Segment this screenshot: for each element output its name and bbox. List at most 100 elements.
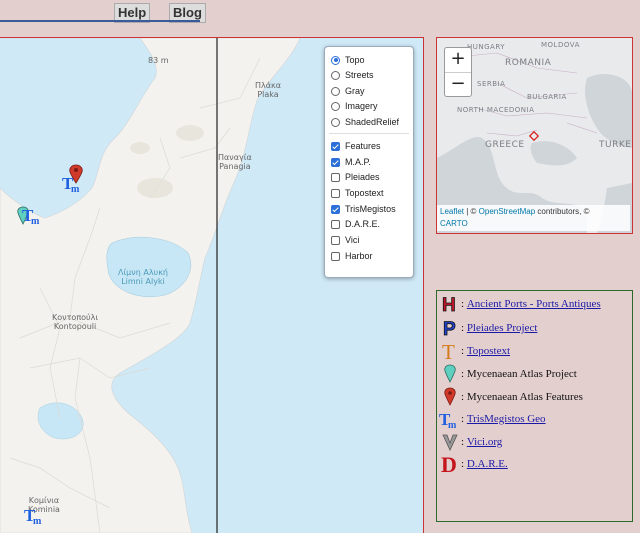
svg-text:P: P [443, 319, 456, 338]
legend-link-pleiades[interactable]: Pleiades Project [467, 322, 538, 334]
layer-label: Harbor [345, 251, 373, 261]
layer-check-vici[interactable]: Vici [331, 233, 359, 247]
place-label-limni-alyki: Λίμνη Αλυκή Limni Alyki [118, 268, 168, 286]
legend-item: T : Topostext [439, 340, 510, 362]
country-label: NORTH MACEDONIA [457, 106, 535, 114]
zoom-out-button[interactable]: − [445, 72, 471, 97]
attribution-sep: | © [464, 207, 479, 216]
legend-item: P : Pleiades Project [439, 317, 538, 339]
legend-panel: H : Ancient Ports - Ports Antiques P : P… [436, 290, 633, 522]
zoom-in-button[interactable]: + [445, 48, 471, 72]
country-label: HUNGARY [467, 43, 506, 51]
carto-link[interactable]: CARTO [440, 219, 468, 228]
country-label: BULGARIA [527, 93, 567, 101]
checkbox-icon[interactable] [331, 204, 340, 214]
layer-label: Topostext [345, 188, 384, 198]
pleiades-icon: P [439, 317, 461, 339]
legend-link-ancient-ports[interactable]: Ancient Ports - Ports Antiques [467, 298, 601, 310]
checkbox-icon[interactable] [331, 172, 340, 182]
layer-radio-shadedrelief[interactable]: ShadedRelief [331, 115, 399, 129]
layer-check-trismegistos[interactable]: TrisMegistos [331, 202, 396, 216]
map-pin-teal-icon [439, 363, 461, 385]
legend-text-mycenaean-atlas-project: Mycenaean Atlas Project [466, 368, 577, 380]
layer-check-harbor[interactable]: Harbor [331, 249, 373, 263]
layer-label: Topo [345, 55, 365, 65]
layer-label: M.A.P. [345, 157, 371, 167]
checkbox-icon[interactable] [331, 157, 340, 167]
place-label-kontopouli: Κοντοπούλι Kontopouli [52, 313, 99, 331]
country-label: SERBIA [477, 80, 506, 88]
svg-text:D: D [441, 453, 457, 475]
checkbox-icon[interactable] [331, 251, 340, 261]
legend-item: : Vici.org [439, 431, 502, 453]
top-nav: Help Blog [0, 0, 640, 30]
map-pin-red-icon [439, 386, 461, 408]
svg-text:H: H [442, 295, 456, 314]
checkbox-icon[interactable] [331, 141, 340, 151]
layer-label: Streets [345, 70, 374, 80]
layer-radio-gray[interactable]: Gray [331, 84, 365, 98]
legend-item: H : Ancient Ports - Ports Antiques [439, 293, 601, 315]
layer-radio-imagery[interactable]: Imagery [331, 99, 378, 113]
layer-check-features[interactable]: Features [331, 139, 381, 153]
layer-radio-streets[interactable]: Streets [331, 68, 374, 82]
dare-icon: D [439, 453, 461, 475]
country-label: TURKE [599, 140, 632, 150]
scale-label: 83 m [148, 56, 169, 65]
country-label: ROMANIA [505, 58, 552, 68]
legend-item: D : D.A.R.E. [439, 453, 508, 475]
place-label-panagia: Παναγία Panagia [218, 153, 252, 171]
checkbox-icon[interactable] [331, 235, 340, 245]
trismegistos-icon[interactable]: T m [22, 205, 44, 225]
svg-text:m: m [31, 216, 40, 225]
legend-link-dare[interactable]: D.A.R.E. [467, 458, 508, 470]
checkbox-icon[interactable] [331, 219, 340, 229]
radio-icon[interactable] [331, 70, 340, 80]
svg-text:m: m [71, 184, 80, 193]
svg-text:m: m [33, 516, 42, 525]
layer-check-pleiades[interactable]: Pleiades [331, 170, 380, 184]
country-label: MOLDOVA [541, 41, 580, 49]
place-label-plaka: Πλάκα Plaka [255, 81, 282, 99]
layer-check-topostext[interactable]: Topostext [331, 186, 384, 200]
checkbox-icon[interactable] [331, 188, 340, 198]
layer-label: Vici [345, 235, 360, 245]
layer-label: Features [345, 141, 381, 151]
legend-link-vici[interactable]: Vici.org [467, 436, 503, 448]
legend-link-topostext[interactable]: Topostext [467, 345, 510, 357]
harbor-icon: H [439, 293, 461, 315]
legend-link-trismegistos[interactable]: TrisMegistos Geo [467, 413, 546, 425]
layer-check-dare[interactable]: D.A.R.E. [331, 217, 380, 231]
legend-text-mycenaean-atlas-features: Mycenaean Atlas Features [466, 391, 583, 403]
leaflet-link[interactable]: Leaflet [440, 207, 464, 216]
layer-label: Gray [345, 86, 365, 96]
radio-icon[interactable] [331, 55, 340, 65]
svg-text:m: m [448, 420, 457, 429]
layer-label: TrisMegistos [345, 204, 396, 214]
svg-text:T: T [442, 341, 455, 361]
trismegistos-icon[interactable]: T m [62, 173, 84, 193]
country-label: GREECE [485, 140, 525, 150]
radio-icon[interactable] [331, 86, 340, 96]
layer-label: ShadedRelief [345, 117, 400, 127]
osm-link[interactable]: OpenStreetMap [479, 207, 535, 216]
radio-icon[interactable] [331, 101, 340, 111]
layer-check-map[interactable]: M.A.P. [331, 155, 371, 169]
layer-label: D.A.R.E. [345, 219, 381, 229]
layer-divider [329, 133, 409, 134]
legend-item: : Mycenaean Atlas Features [439, 386, 583, 408]
trismegistos-icon[interactable]: T m [24, 505, 46, 525]
topostext-icon: T [439, 340, 461, 362]
radio-icon[interactable] [331, 117, 340, 127]
legend-item: Tm : TrisMegistos Geo [439, 408, 546, 430]
attribution-text: contributors, © [535, 207, 590, 216]
nav-underline [0, 20, 200, 22]
map-attribution: Leaflet | © OpenStreetMap contributors, … [437, 205, 630, 231]
legend-item: : Mycenaean Atlas Project [439, 363, 577, 385]
layer-radio-topo[interactable]: Topo [331, 53, 365, 67]
vici-icon [439, 431, 461, 453]
layer-label: Imagery [345, 101, 378, 111]
zoom-control: + − [444, 47, 472, 97]
trismegistos-icon: Tm [439, 408, 461, 430]
layer-label: Pleiades [345, 172, 380, 182]
